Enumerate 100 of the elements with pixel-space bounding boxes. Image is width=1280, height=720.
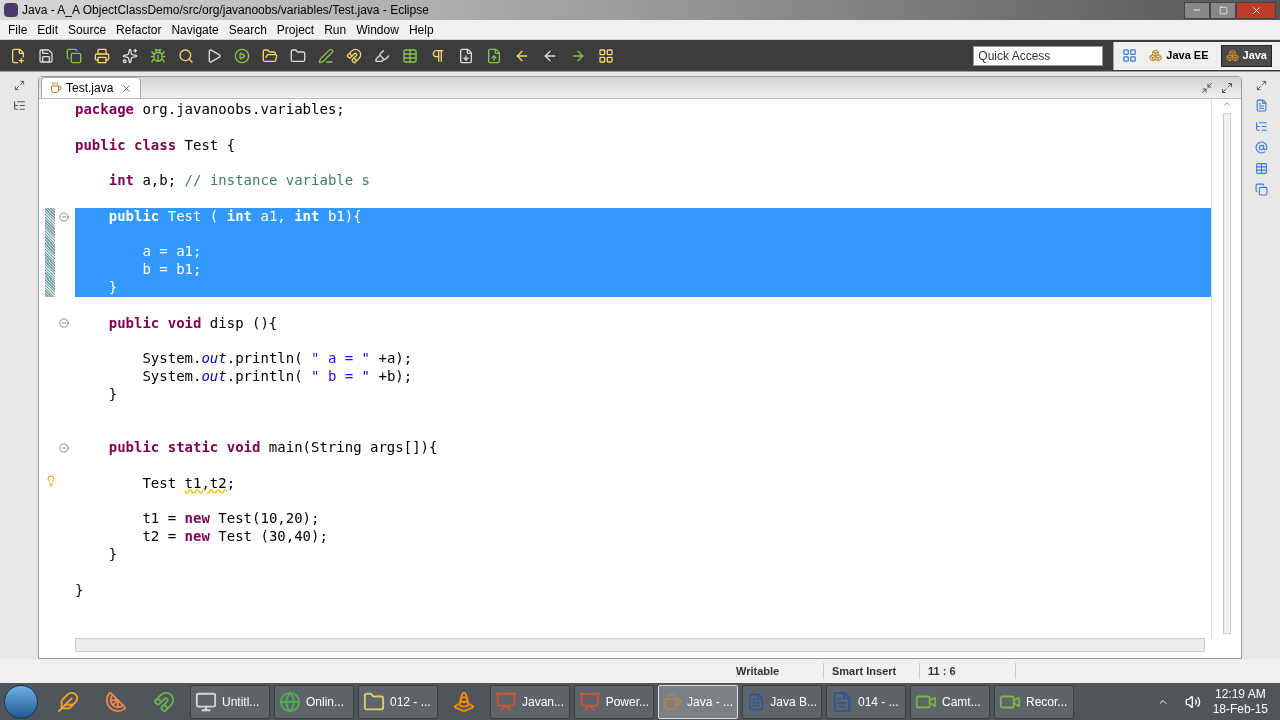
menu-item[interactable]: Run [324, 20, 347, 39]
magnet-icon[interactable] [346, 47, 362, 64]
menu-item[interactable]: Window [356, 20, 399, 39]
taskbar-window-button[interactable]: Untitl... [190, 684, 270, 719]
maximize-icon[interactable] [1221, 82, 1233, 94]
sparkle-icon[interactable] [122, 47, 138, 64]
boxes-icon [1225, 49, 1239, 62]
status-text: 11 : 6 [920, 662, 1016, 680]
menu-item[interactable]: Navigate [171, 20, 219, 39]
open-perspective-icon[interactable] [1122, 48, 1138, 63]
status-text: Writable [728, 662, 824, 680]
selection-ruler-mark [45, 207, 55, 226]
coffee-cup-icon [663, 690, 682, 713]
run-icon[interactable] [206, 47, 222, 64]
file-down-icon[interactable] [458, 47, 474, 64]
selection-ruler-mark [45, 278, 55, 297]
debug-icon[interactable] [150, 47, 166, 64]
globe-icon [279, 690, 301, 713]
feather-icon [57, 690, 79, 713]
open-folder-icon[interactable] [262, 47, 278, 64]
magnet-icon [153, 690, 175, 713]
copy-icon[interactable] [1254, 183, 1268, 196]
start-button[interactable] [4, 684, 38, 719]
document-icon [831, 690, 853, 713]
file-up-icon[interactable] [486, 47, 502, 64]
restore-icon[interactable] [1255, 80, 1267, 91]
menu-item[interactable]: Source [68, 20, 107, 39]
code-line: public static void main(String args[]){ [107, 439, 439, 457]
highlighter-icon[interactable] [374, 47, 390, 64]
save-icon[interactable] [38, 47, 54, 64]
citrus-icon [105, 690, 127, 713]
document-icon[interactable] [1254, 99, 1268, 112]
code-line: } [75, 581, 85, 600]
taskbar-window-button[interactable]: Java B... [742, 684, 822, 719]
horizontal-scrollbar[interactable] [75, 638, 1205, 652]
close-icon[interactable] [121, 82, 133, 94]
window-title: Java - A_A ObjectClassDemo/src/org/javanoobs/variables/Test.java - Eclipse [22, 2, 429, 19]
taskbar-window-button[interactable]: Onlin... [274, 684, 354, 719]
code-line: t1 = new Test(10,20); [141, 510, 321, 529]
outline-icon[interactable] [1254, 120, 1268, 133]
clock-time: 12:19 AM [1214, 686, 1266, 702]
status-text: Smart Insert [824, 662, 920, 680]
code-line: System.out.println( " a = " +a); [141, 350, 414, 368]
play-circle-icon[interactable] [234, 47, 250, 64]
menu-item[interactable]: Edit [37, 20, 59, 39]
menu-item[interactable]: Refactor [116, 20, 162, 39]
copy-icon[interactable] [66, 47, 82, 64]
hierarchy-icon[interactable] [12, 99, 26, 112]
folder-icon [363, 690, 385, 713]
perspective-button[interactable]: Java EE [1145, 44, 1213, 67]
menu-item[interactable]: File [8, 20, 28, 39]
search-icon[interactable] [178, 47, 194, 64]
vertical-scrollbar[interactable] [1222, 113, 1231, 634]
perspective-button[interactable]: Java [1220, 44, 1272, 67]
minimize-button[interactable] [1184, 1, 1210, 19]
code-line: package org.javanoobs.variables; [75, 101, 346, 119]
restore-icon[interactable] [13, 80, 25, 91]
taskbar-window-button[interactable]: Camt... [910, 684, 990, 719]
clock-date: 18-Feb-15 [1212, 701, 1268, 717]
boxes-icon [1149, 49, 1163, 62]
taskbar-window-button[interactable]: Power... [574, 684, 654, 719]
code-line: int a,b; // instance variable s [107, 172, 372, 190]
menu-item[interactable]: Help [408, 20, 434, 39]
presentation-icon [579, 690, 601, 713]
at-sign-icon[interactable] [1254, 141, 1268, 154]
selection-ruler-mark [45, 261, 55, 279]
code-line: public class Test { [75, 136, 237, 155]
minimize-icon[interactable] [1201, 82, 1213, 94]
taskbar-window-button[interactable]: Java - ... [658, 684, 738, 719]
code-line: Test t1,t2; [141, 474, 237, 493]
quick-access-field[interactable]: Quick Access [973, 45, 1104, 66]
close-icon [1250, 4, 1262, 16]
new-file-icon[interactable] [10, 47, 26, 64]
table-icon[interactable] [402, 47, 418, 64]
menu-item[interactable]: Project [276, 20, 315, 39]
app-icon [4, 3, 18, 17]
maximize-icon [1218, 5, 1228, 15]
pen-icon[interactable] [318, 47, 334, 64]
table-icon[interactable] [1254, 162, 1268, 175]
code-line: t2 = new Test (30,40); [141, 528, 329, 546]
taskbar-window-button[interactable]: 012 - ... [358, 684, 438, 719]
editor-tab[interactable]: Test.java [41, 77, 142, 98]
maximize-button[interactable] [1210, 1, 1236, 19]
print-icon[interactable] [94, 47, 110, 64]
taskbar-window-button[interactable]: Recor... [994, 684, 1074, 719]
pilcrow-icon[interactable] [430, 47, 446, 64]
code-line: } [107, 385, 119, 404]
presentation-icon [495, 690, 517, 713]
code-line: System.out.println( " b = " +b); [141, 367, 414, 386]
taskbar-window-button[interactable]: Javan... [490, 684, 570, 719]
grid-icon[interactable] [598, 47, 614, 64]
coffee-cup-icon [50, 82, 62, 94]
code-line: public void disp (){ [107, 314, 279, 333]
speaker-icon[interactable] [1184, 693, 1201, 710]
code-line: } [107, 545, 119, 564]
menu-item[interactable]: Search [228, 20, 267, 39]
folder-icon[interactable] [290, 47, 306, 64]
traffic-cone-icon [453, 690, 475, 713]
taskbar-window-button[interactable]: 014 - ... [826, 684, 906, 719]
selection-ruler-mark [45, 225, 55, 244]
